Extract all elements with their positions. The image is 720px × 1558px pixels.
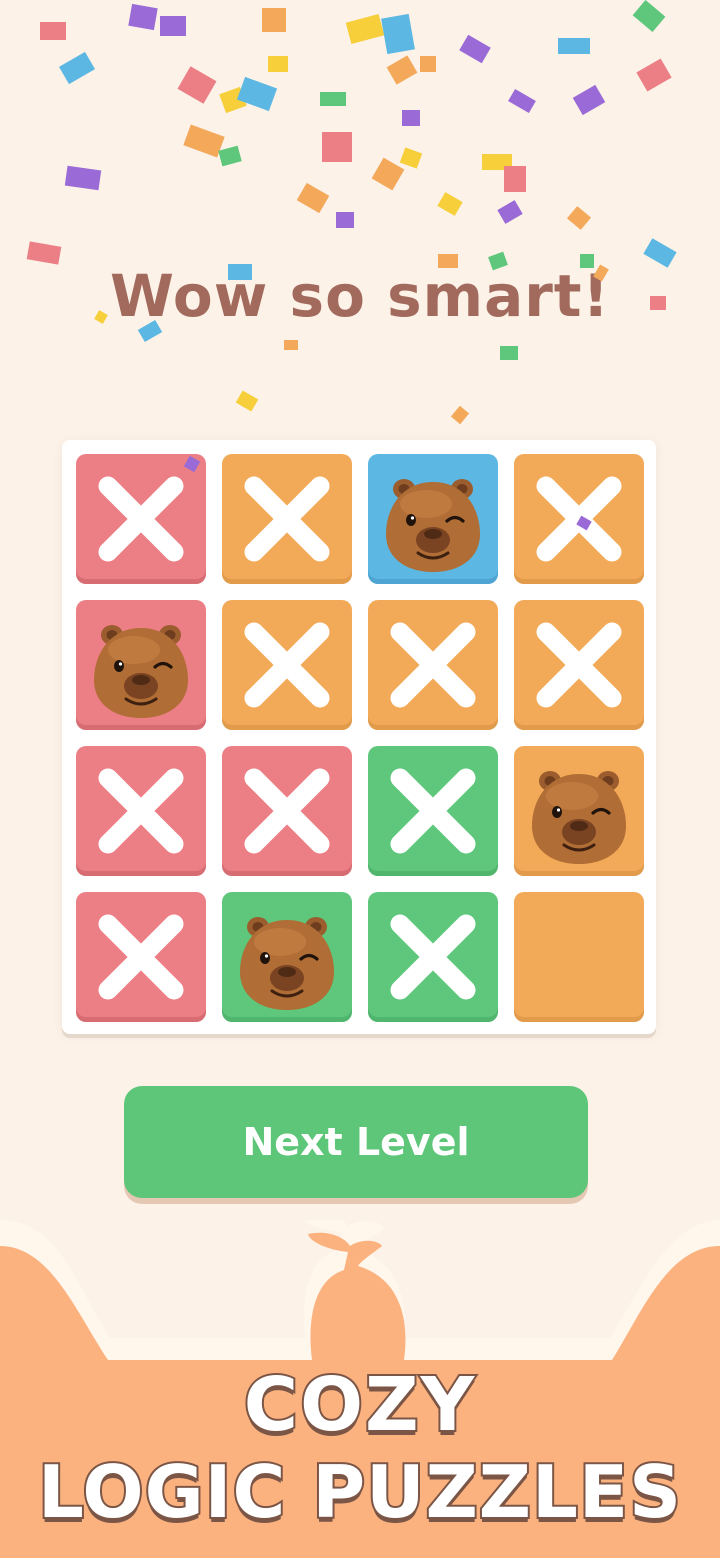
x-mark-icon [244, 768, 330, 854]
game-screen: Wow so smart! Next Level COZY LOGIC PUZZ… [0, 0, 720, 1558]
x-mark-icon [390, 914, 476, 1000]
x-mark-icon [390, 622, 476, 708]
tagline-line-2: LOGIC PUZZLES [36, 1448, 683, 1536]
x-mark-icon [98, 768, 184, 854]
confetti-piece [437, 192, 463, 216]
board-tile[interactable] [222, 600, 352, 730]
confetti-piece [236, 76, 278, 112]
confetti-piece [566, 206, 592, 230]
confetti-piece [336, 212, 354, 228]
confetti-piece [320, 92, 346, 106]
board-tile[interactable] [222, 746, 352, 876]
confetti-piece [218, 145, 242, 167]
confetti-piece [381, 13, 415, 55]
confetti-piece [219, 86, 247, 114]
capybara-icon [94, 625, 188, 718]
board-tile[interactable] [76, 600, 206, 730]
x-mark-icon [98, 914, 184, 1000]
board-tile[interactable] [368, 892, 498, 1022]
confetti-piece [160, 16, 186, 36]
confetti-piece [59, 51, 95, 85]
confetti-piece [345, 13, 385, 45]
confetti-piece [322, 132, 352, 162]
confetti-piece [508, 88, 536, 114]
board-tile[interactable] [76, 454, 206, 584]
capybara-icon [386, 479, 480, 572]
confetti-piece [558, 38, 590, 54]
x-mark-icon [98, 476, 184, 562]
board-tile[interactable] [368, 600, 498, 730]
confetti-piece [636, 58, 672, 92]
confetti-piece [235, 390, 259, 412]
capybara-icon [532, 771, 626, 864]
confetti-piece [497, 200, 523, 224]
confetti-piece [386, 55, 418, 85]
confetti-piece [504, 166, 526, 192]
next-level-button[interactable]: Next Level [124, 1086, 588, 1198]
confetti-piece [459, 34, 491, 64]
board-tile[interactable] [514, 454, 644, 584]
confetti-piece [64, 165, 102, 191]
success-headline: Wow so smart! [110, 262, 610, 330]
x-mark-icon [536, 476, 622, 562]
capybara-icon [240, 917, 334, 1010]
board-tile[interactable] [76, 746, 206, 876]
confetti-piece [284, 340, 298, 350]
confetti-layer [0, 0, 720, 531]
confetti-piece [399, 147, 423, 169]
board-tile[interactable] [514, 746, 644, 876]
confetti-piece [500, 346, 518, 360]
confetti-piece [183, 124, 225, 158]
board-tile[interactable] [222, 892, 352, 1022]
confetti-piece [268, 56, 288, 72]
confetti-piece [402, 110, 420, 126]
confetti-piece [296, 182, 330, 214]
x-mark-icon [244, 622, 330, 708]
board-tile[interactable] [514, 600, 644, 730]
confetti-piece [40, 22, 66, 40]
confetti-piece [177, 66, 217, 104]
board-tile[interactable] [76, 892, 206, 1022]
confetti-piece [572, 84, 606, 116]
board-tile[interactable] [514, 892, 644, 1022]
x-mark-icon [244, 476, 330, 562]
x-mark-icon [536, 622, 622, 708]
board-tile[interactable] [222, 454, 352, 584]
board-tile[interactable] [368, 454, 498, 584]
confetti-piece [371, 157, 405, 191]
puzzle-board [62, 440, 656, 1034]
tagline-line-1: COZY [242, 1360, 477, 1450]
confetti-piece [632, 0, 666, 33]
confetti-piece [420, 56, 436, 72]
confetti-piece [450, 405, 470, 425]
confetti-piece [128, 3, 158, 31]
confetti-piece [262, 8, 286, 32]
board-tile[interactable] [368, 746, 498, 876]
x-mark-icon [390, 768, 476, 854]
confetti-piece [482, 154, 512, 170]
